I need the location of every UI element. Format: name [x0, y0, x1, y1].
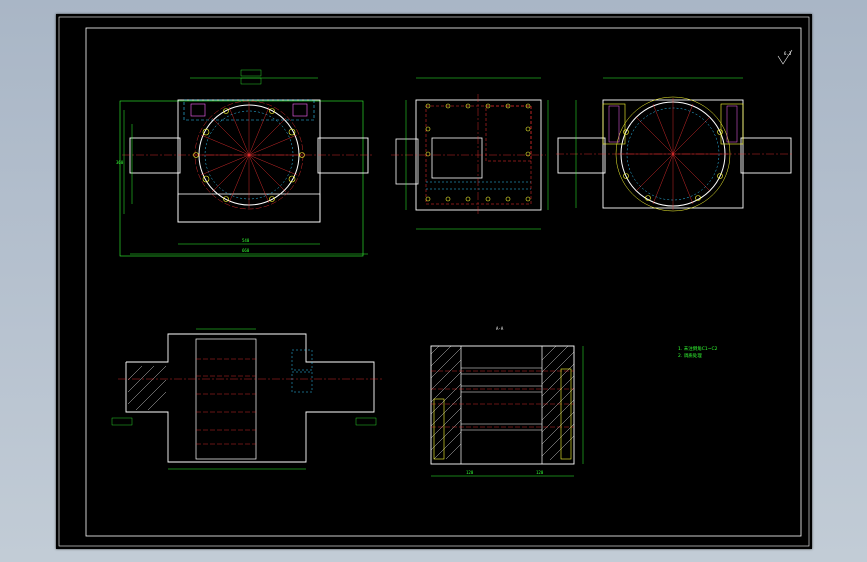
drawing-sheet: 6.3 540 660 360 A-A 120 120 1. 未注倒角C1~C2… [56, 14, 812, 549]
view-section-bottom-left [111, 328, 382, 470]
section-mark: A-A [496, 326, 504, 331]
technical-notes: 1. 未注倒角C1~C2 2. 调质处理 [678, 345, 718, 359]
view-side-top-middle [391, 77, 549, 230]
view-section-a-a: A-A 120 120 [430, 326, 584, 477]
dim-inner-width: 540 [242, 238, 250, 243]
view-front-top-left: 540 660 360 [116, 69, 374, 257]
roughness-value: 6.3 [784, 51, 792, 56]
dim-total-width: 660 [242, 248, 250, 253]
dim-bottom-left: 120 [466, 470, 474, 475]
roughness-symbol: 6.3 [777, 49, 793, 65]
outer-border [58, 16, 810, 547]
dim-bottom-right: 120 [536, 470, 544, 475]
note-line-2: 2. 调质处理 [678, 352, 702, 359]
cad-drawing: 6.3 540 660 360 A-A 120 120 1. 未注倒角C1~C2… [58, 16, 810, 547]
dim-height: 360 [116, 160, 124, 165]
note-line-1: 1. 未注倒角C1~C2 [678, 345, 718, 352]
view-top-right [556, 77, 794, 212]
